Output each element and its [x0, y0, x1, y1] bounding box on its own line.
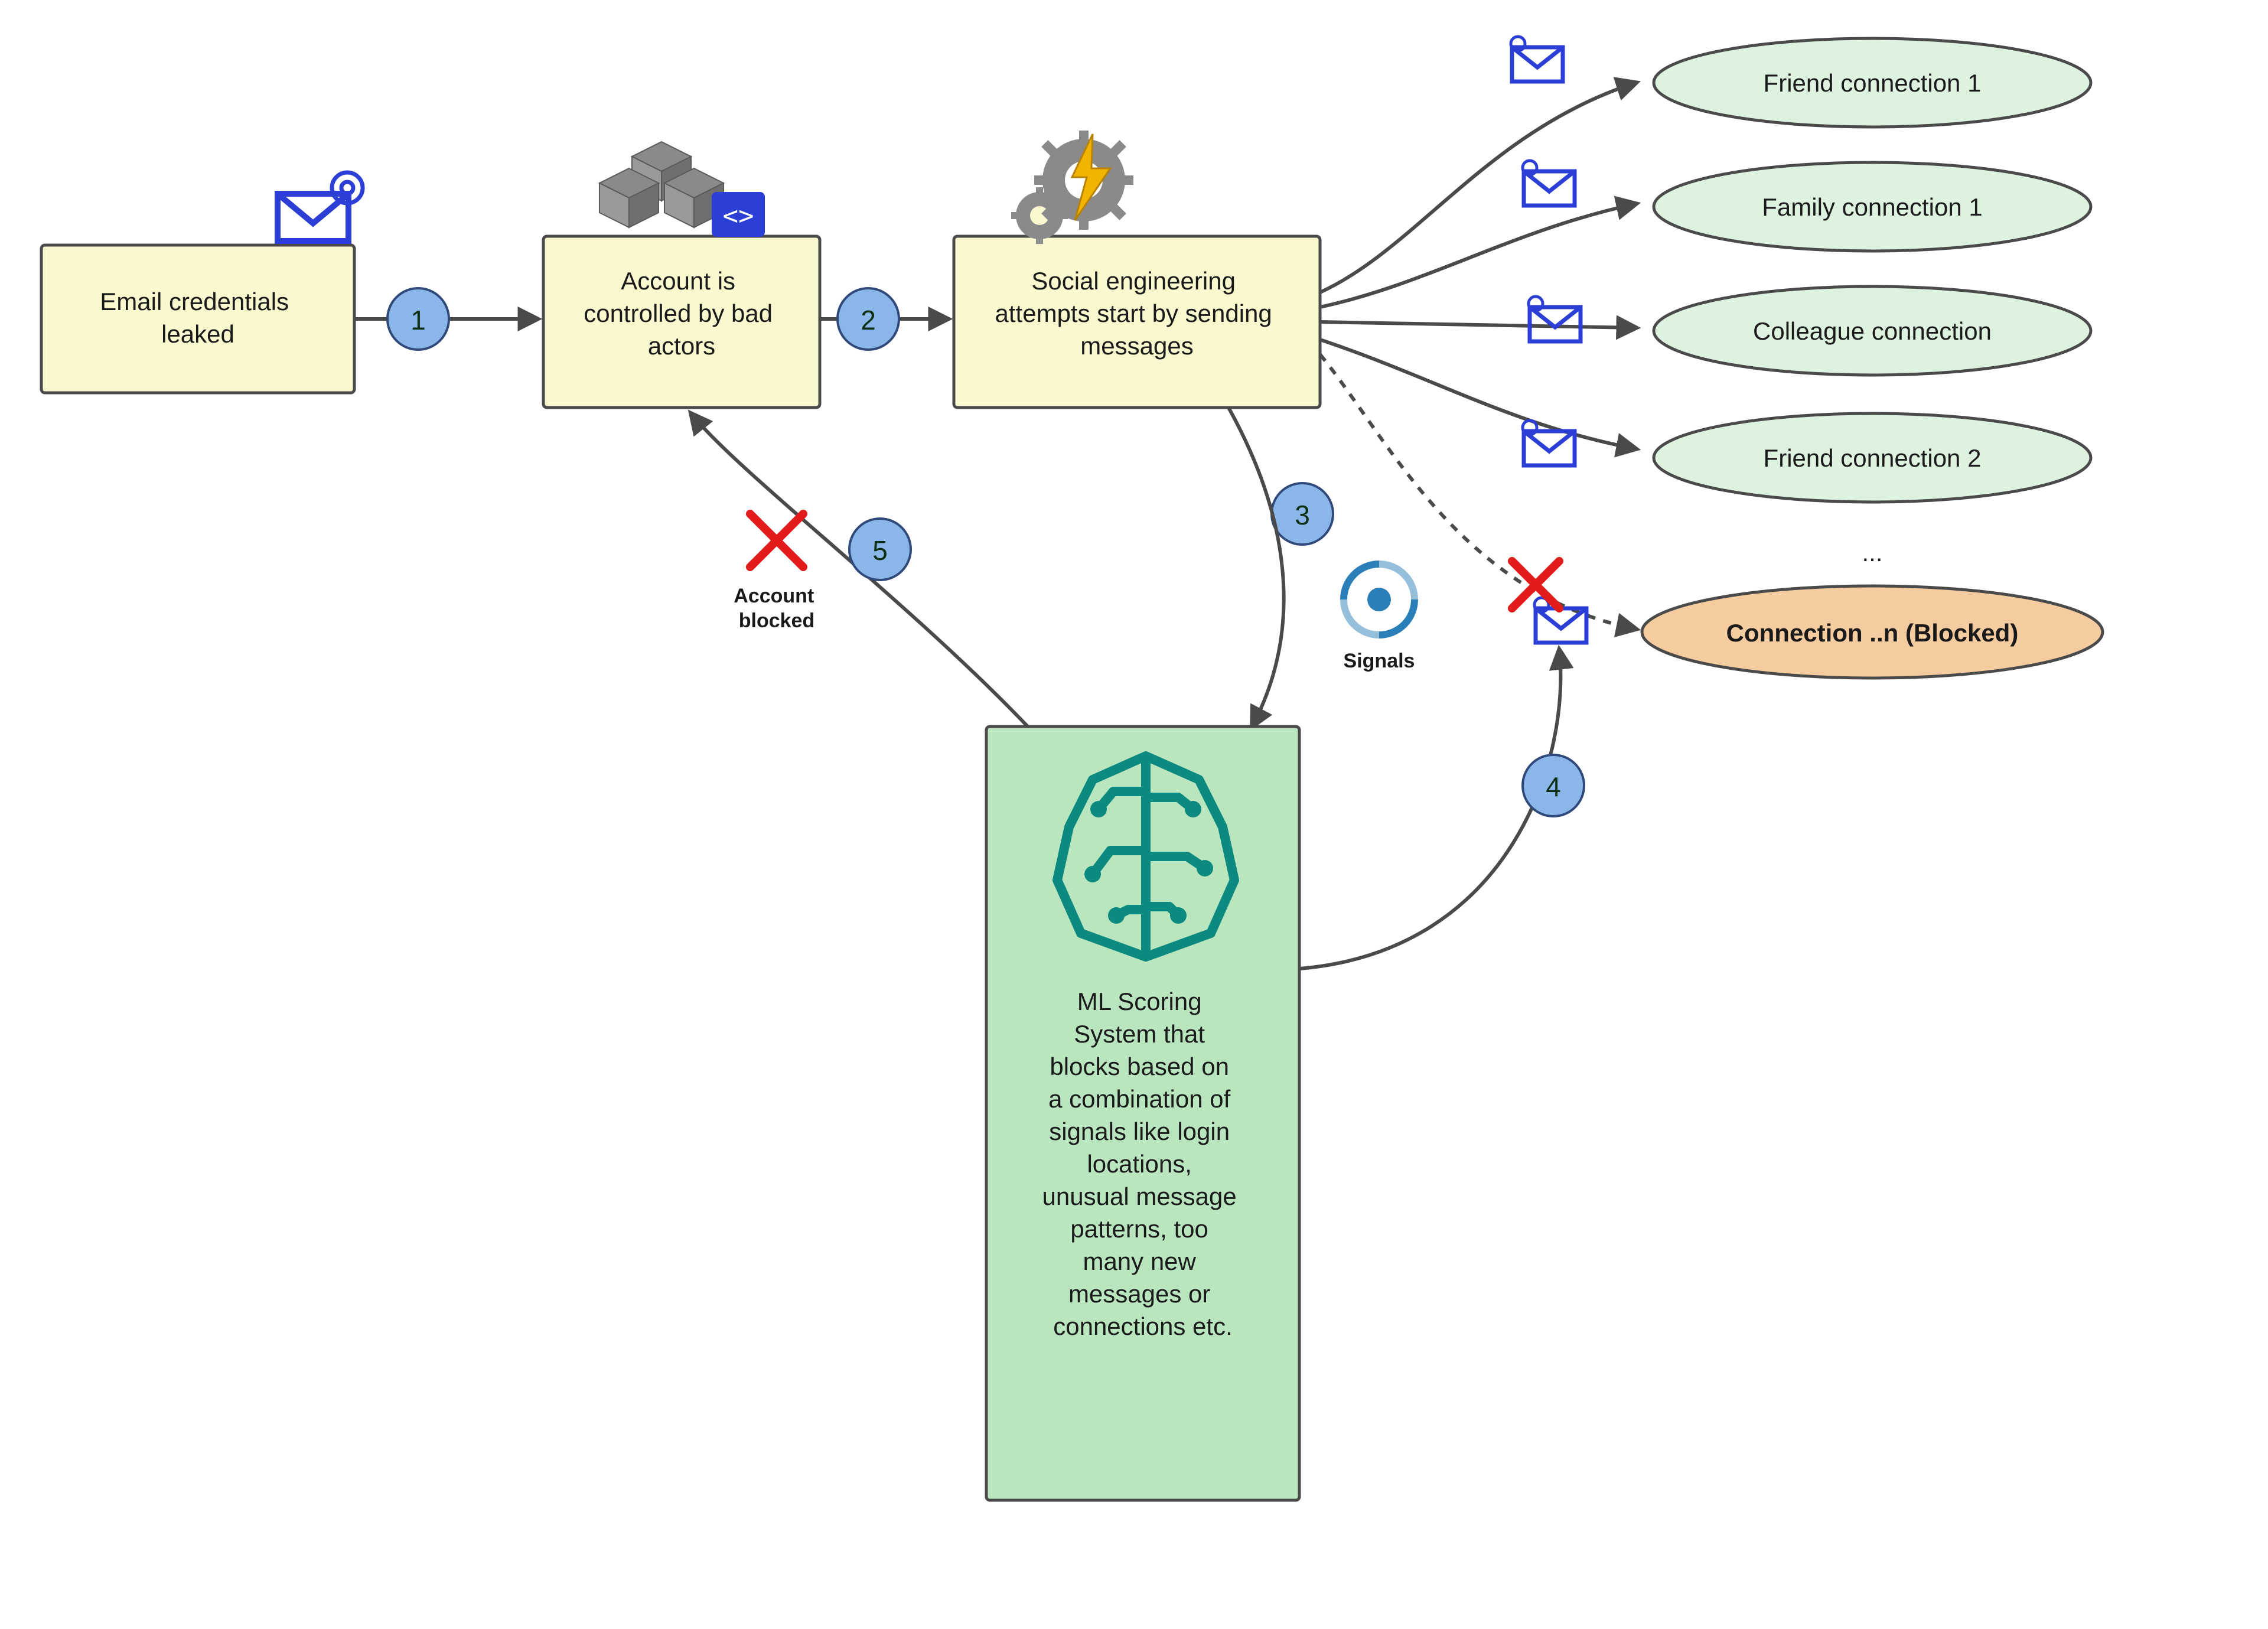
svg-text:5: 5 — [872, 535, 888, 566]
signals-label: Signals — [1344, 650, 1415, 672]
box-ml-scoring: ML Scoring System that blocks based on a… — [986, 726, 1299, 1500]
fanout-edges — [1320, 83, 1636, 629]
diagram-canvas: Email credentials leaked 1 Account is co… — [0, 0, 2268, 1629]
svg-text:Friend connection 1: Friend connection 1 — [1764, 69, 1982, 97]
badge-3: 3 — [1272, 483, 1333, 545]
box-account-controlled: Account is controlled by bad actors <> — [543, 142, 820, 408]
badge-5: 5 — [849, 519, 911, 580]
badge-4: 4 — [1523, 755, 1584, 816]
conn-ellipsis: ... — [1862, 539, 1882, 566]
signals-icon — [1344, 564, 1415, 635]
account-blocked-label: Account blocked — [734, 585, 819, 632]
box-email-credentials: Email credentials leaked — [41, 172, 363, 393]
svg-text:Friend connection 2: Friend connection 2 — [1764, 444, 1982, 472]
svg-text:Family connection 1: Family connection 1 — [1762, 193, 1983, 221]
svg-text:2: 2 — [861, 305, 876, 335]
envelope-icon — [1523, 161, 1575, 206]
gear-lightning-icon — [1011, 131, 1133, 244]
cubes-icon: <> — [599, 142, 765, 237]
edge-4 — [1299, 650, 1560, 969]
box-email-line1: Email credentials — [100, 288, 289, 315]
envelope-icons-group — [1511, 37, 1586, 643]
svg-text:3: 3 — [1295, 500, 1310, 530]
svg-text:1: 1 — [410, 305, 426, 335]
badge-2: 2 — [838, 288, 899, 350]
svg-text:4: 4 — [1546, 771, 1561, 802]
svg-text:<>: <> — [723, 201, 754, 231]
svg-text:Colleague connection: Colleague connection — [1753, 317, 1992, 345]
badge-1: 1 — [387, 288, 449, 350]
box-email-line2: leaked — [161, 320, 234, 348]
red-x-icon — [750, 514, 803, 567]
envelope-at-icon — [278, 172, 363, 241]
box-social-engineering: Social engineering attempts start by sen… — [954, 131, 1320, 408]
edge-3-signals — [1228, 408, 1284, 726]
envelope-icon — [1511, 37, 1563, 82]
connections-group: Friend connection 1 Family connection 1 … — [1642, 38, 2103, 678]
envelope-icon — [1529, 297, 1581, 341]
svg-text:Connection ..n (Blocked): Connection ..n (Blocked) — [1726, 619, 2019, 647]
